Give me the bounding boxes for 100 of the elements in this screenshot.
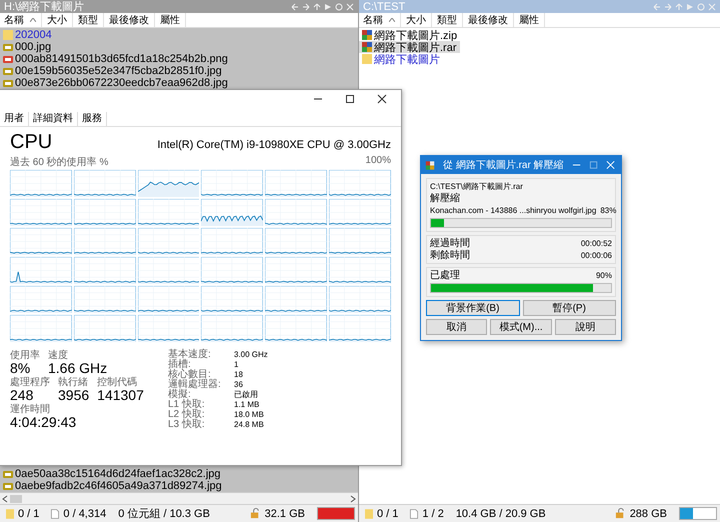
file-percent: 83% [600, 205, 616, 216]
dialog-button[interactable]: 背景作業(B) [426, 300, 520, 316]
cpu-core-graph [74, 228, 136, 255]
cpu-core-graph [10, 286, 72, 313]
disk-usage-meter [317, 507, 355, 520]
spec-label: L3 快取: [168, 420, 206, 430]
sort-up-icon [389, 18, 395, 22]
time-value: 00:00:06 [580, 250, 612, 261]
current-file: Konachan.com - 143886 ...shinryou wolfgirl.jpg [430, 205, 596, 216]
back-icon[interactable] [653, 2, 661, 10]
cpu-core-graph [329, 199, 391, 226]
spec-value: 1.1 MB [234, 400, 260, 410]
play-icon[interactable] [686, 2, 694, 10]
stat-label: 運作時間 [10, 404, 51, 415]
cpu-core-graph [138, 315, 200, 342]
dialog-button[interactable]: 暫停(P) [522, 300, 616, 316]
cpu-core-graph [201, 286, 264, 313]
cpu-core-graph [329, 286, 391, 313]
cpu-model: Intel(R) Core(TM) i9-10980XE CPU @ 3.00GHz [157, 139, 391, 151]
cpu-core-graph [265, 315, 328, 342]
column-header[interactable]: 屬性 [514, 13, 545, 27]
cpu-core-graph [201, 315, 264, 342]
spec-value: 已啟用 [234, 390, 259, 400]
close-icon[interactable] [377, 94, 387, 104]
cpu-core-graph [201, 170, 264, 197]
file-row[interactable]: 網路下載圖片 [359, 53, 443, 65]
spec-value: 24.8 MB [234, 420, 265, 430]
maximize-icon[interactable] [345, 94, 355, 104]
cpu-core-graph [329, 257, 391, 284]
disk-usage-meter [679, 507, 717, 520]
dialog-button[interactable]: 取消 [426, 319, 488, 335]
tab[interactable]: 服務 [78, 112, 107, 126]
image-file-icon [2, 480, 14, 492]
spec-value: 36 [234, 380, 244, 390]
image-file-icon [2, 65, 14, 77]
file-name: 000.jpg [15, 41, 52, 53]
file-count: 1 / 2 [422, 508, 444, 520]
cpu-core-graph [265, 170, 328, 197]
lock-icon [250, 508, 261, 519]
up-icon[interactable] [675, 2, 683, 10]
stat-label: 處理程序 [10, 377, 50, 388]
spec-label: 核心數目: [168, 370, 211, 380]
tab[interactable]: 詳細資料 [29, 112, 78, 126]
cpu-core-graph [74, 315, 136, 342]
spec-value: 18.0 MB [234, 410, 265, 420]
processed-label: 已處理 [430, 270, 460, 281]
stat-value: 4:04:29:43 [10, 415, 76, 430]
column-header[interactable]: 名稱 [359, 13, 401, 27]
spec-value: 3.00 GHz [234, 350, 268, 360]
cpu-core-graph [329, 228, 391, 255]
image-file-icon [2, 77, 14, 89]
tab[interactable]: 用者 [0, 112, 29, 126]
column-header[interactable]: 大小 [401, 13, 432, 27]
dialog-title: 從 網路下載圖片.rar 解壓縮 [443, 158, 564, 172]
cpu-core-graph [265, 199, 328, 226]
pane-path: C:\TEST [363, 0, 406, 12]
cpu-core-graph [10, 315, 72, 342]
folder-icon [361, 53, 373, 65]
stat-value: 3956 [58, 388, 90, 403]
cpu-core-graph [201, 257, 264, 284]
column-header[interactable]: 最後修改 [463, 13, 514, 27]
cpu-core-graph [329, 315, 391, 342]
file-row[interactable]: 網路下載圖片.rar [359, 41, 460, 53]
cpu-core-graph [265, 257, 328, 284]
time-label: 剩餘時間 [430, 250, 470, 261]
time-label: 經過時間 [430, 238, 470, 249]
file-count: 0 / 4,314 [63, 508, 106, 520]
cpu-core-graph [10, 228, 72, 255]
size-summary: 0 位元組 / 10.3 GB [118, 507, 210, 521]
stat-value: 141307 [97, 388, 144, 403]
spec-label: 插槽: [168, 360, 191, 370]
size-summary: 10.4 GB / 20.9 GB [456, 508, 546, 520]
cpu-core-graph [265, 228, 328, 255]
cpu-core-graph [201, 199, 264, 226]
dialog-button[interactable]: 說明 [554, 319, 616, 335]
cpu-core-graph [138, 286, 200, 313]
image-file-icon [2, 468, 14, 480]
file-row[interactable]: 網路下載圖片.zip [359, 29, 460, 41]
stat-label: 控制代碼 [97, 377, 138, 388]
archive-icon [425, 160, 436, 170]
free-space: 32.1 GB [264, 508, 305, 520]
graph-max-label: 100% [365, 155, 391, 168]
forward-icon[interactable] [664, 2, 672, 10]
sort-up-icon [30, 18, 36, 22]
cpu-core-graph [74, 257, 136, 284]
archive-icon [361, 29, 373, 41]
cpu-core-graph [74, 170, 136, 197]
action-label: 解壓縮 [430, 193, 461, 204]
lock-icon [614, 508, 626, 519]
stat-value: 248 [10, 388, 34, 403]
cpu-core-graph [138, 199, 200, 226]
dialog-button[interactable]: 模式(M)... [490, 319, 552, 335]
column-header[interactable]: 類型 [432, 13, 463, 27]
cpu-core-graph [10, 257, 72, 284]
spec-label: 模擬: [168, 390, 191, 400]
time-value: 00:00:52 [580, 238, 612, 249]
cpu-core-graph [265, 286, 328, 313]
stat-value: 8% [10, 361, 32, 376]
cpu-core-graph [138, 170, 200, 197]
folder-icon [2, 29, 14, 41]
